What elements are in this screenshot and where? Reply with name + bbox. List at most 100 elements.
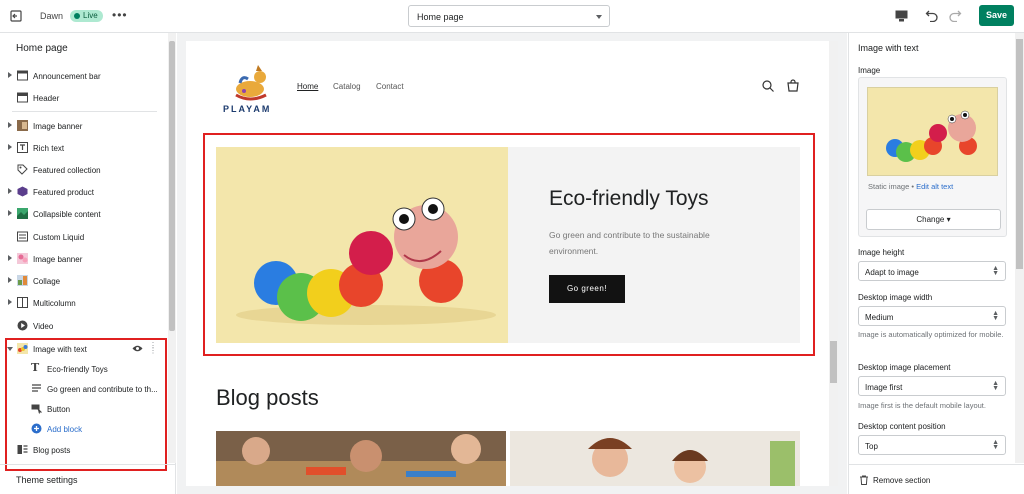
scrollbar-thumb[interactable]	[830, 341, 837, 383]
select-value: Adapt to image	[865, 268, 919, 277]
sidebar-item-image-banner-2[interactable]: Image banner	[0, 248, 166, 270]
top-bar: Dawn Live ••• Home page Save	[0, 0, 1024, 33]
chevron-right-icon[interactable]	[8, 188, 12, 194]
placement-select[interactable]: Image first ▲ ▼	[858, 376, 1006, 396]
sidebar-item-label: Custom Liquid	[33, 233, 85, 242]
sidebar-item-featured-product[interactable]: Featured product	[0, 181, 166, 203]
static-image-label: Static image	[868, 182, 910, 191]
sidebar-item-label: Featured collection	[33, 166, 101, 175]
sidebar-item-collapsible-content[interactable]: Collapsible content	[0, 203, 166, 225]
sidebar-item-blog-posts[interactable]: Blog posts	[0, 439, 166, 461]
toy-caterpillar-image	[216, 147, 508, 343]
live-badge: Live	[70, 10, 103, 22]
image-preview-thumbnail[interactable]	[867, 87, 998, 176]
cart-icon[interactable]	[787, 79, 799, 92]
chevron-right-icon[interactable]	[8, 210, 12, 216]
select-arrows-icon: ▲ ▼	[992, 380, 999, 392]
chevron-right-icon[interactable]	[8, 144, 12, 150]
caret-down-icon: ▾	[946, 215, 951, 224]
sidebar-item-multicolumn[interactable]: Multicolumn	[0, 292, 166, 314]
nav-catalog[interactable]: Catalog	[333, 82, 361, 91]
nav-home[interactable]: Home	[297, 82, 318, 91]
scrollbar-thumb[interactable]	[1016, 39, 1023, 269]
sidebar-item-label: Image banner	[33, 122, 83, 131]
chevron-right-icon[interactable]	[8, 72, 12, 78]
sidebar-item-label: Announcement bar	[33, 72, 101, 81]
undo-icon[interactable]	[925, 8, 939, 22]
scrollbar-thumb[interactable]	[169, 41, 175, 331]
panel-scrollbar[interactable]	[1015, 33, 1024, 463]
sidebar-item-label: Blog posts	[33, 446, 71, 455]
sidebar-item-announcement-bar[interactable]: Announcement bar	[0, 65, 166, 87]
select-value: Image first	[865, 383, 903, 392]
image-label: Image	[858, 66, 881, 75]
redo-icon[interactable]	[948, 8, 962, 22]
theme-settings-button[interactable]: Theme settings	[0, 464, 176, 494]
remove-section-label: Remove section	[873, 476, 931, 485]
exit-icon[interactable]	[10, 10, 22, 22]
chevron-right-icon[interactable]	[8, 299, 12, 305]
blog-icon	[17, 445, 28, 454]
page-select-value: Home page	[417, 12, 464, 22]
chevron-right-icon[interactable]	[8, 255, 12, 261]
search-icon[interactable]	[762, 80, 774, 92]
sidebar-item-header[interactable]: Header	[0, 87, 166, 109]
select-arrows-icon: ▲ ▼	[992, 265, 999, 277]
image-thumbnail	[17, 120, 28, 131]
chevron-down-icon	[596, 15, 602, 19]
content-position-label: Desktop content position	[858, 422, 946, 431]
preview-scrollbar[interactable]	[829, 41, 838, 486]
logo-text: PLAYAM	[223, 104, 272, 114]
chevron-right-icon[interactable]	[8, 277, 12, 283]
sidebar-item-featured-collection[interactable]: Featured collection	[0, 159, 166, 181]
hero-body: Go green and contribute to the sustainab…	[549, 230, 710, 256]
change-image-button[interactable]: Change ▾	[866, 209, 1001, 230]
image-height-select[interactable]: Adapt to image ▲ ▼	[858, 261, 1006, 281]
placement-label: Desktop image placement	[858, 363, 951, 372]
edit-alt-text-link[interactable]: Edit alt text	[916, 182, 953, 191]
image-picker-card: Static image • Edit alt text Change ▾	[858, 77, 1007, 237]
sidebar-item-rich-text[interactable]: Rich text	[0, 137, 166, 159]
sidebar-item-label: Video	[33, 322, 54, 331]
sidebar-item-video[interactable]: Video	[0, 315, 166, 337]
store-preview[interactable]: PLAYAM Home Catalog Contact Eco-friendly…	[186, 41, 829, 486]
play-icon	[17, 320, 28, 331]
blog-image-1[interactable]	[216, 431, 506, 486]
content-position-select[interactable]: Top ▲ ▼	[858, 435, 1006, 455]
remove-section-button[interactable]: Remove section	[849, 464, 1024, 494]
desktop-width-select[interactable]: Medium ▲ ▼	[858, 306, 1006, 326]
toy-caterpillar-thumb	[868, 88, 997, 175]
sidebar-item-image-banner[interactable]: Image banner	[0, 115, 166, 137]
image-thumbnail	[17, 253, 28, 264]
select-arrows-icon: ▲ ▼	[992, 439, 999, 451]
hero-title: Eco-friendly Toys	[549, 187, 709, 210]
liquid-icon	[17, 231, 28, 242]
sidebar-scrollbar[interactable]	[168, 33, 176, 463]
blog-heading: Blog posts	[216, 385, 319, 410]
rich-text-icon	[17, 142, 28, 153]
sidebar-item-label: Image banner	[33, 255, 83, 264]
columns-icon	[17, 297, 28, 308]
collage-thumbnail	[17, 275, 28, 286]
sidebar-title: Home page	[16, 43, 68, 54]
sidebar-item-custom-liquid[interactable]: Custom Liquid	[0, 226, 166, 248]
select-value: Medium	[865, 313, 894, 322]
chevron-right-icon[interactable]	[8, 122, 12, 128]
hero-text-panel: Eco-friendly Toys Go green and contribut…	[508, 147, 800, 343]
save-button[interactable]: Save	[979, 5, 1014, 26]
sidebar-item-collage[interactable]: Collage	[0, 270, 166, 292]
ellipsis-icon[interactable]: •••	[112, 8, 128, 22]
page-select[interactable]: Home page	[408, 5, 610, 27]
sidebar-item-label: Collage	[33, 277, 61, 286]
sidebar-item-label: Featured product	[33, 188, 94, 197]
hero-image[interactable]	[216, 147, 508, 343]
nav-contact[interactable]: Contact	[376, 82, 404, 91]
collapsible-thumbnail	[17, 208, 28, 219]
static-image-caption: Static image • Edit alt text	[868, 182, 954, 191]
blog-image-2[interactable]	[510, 431, 800, 486]
desktop-icon[interactable]	[895, 10, 908, 22]
blog-photo-2	[510, 431, 800, 486]
sidebar-item-label: Collapsible content	[33, 210, 101, 219]
hero-button[interactable]: Go green!	[549, 275, 625, 303]
panel-title: Image with text	[858, 43, 919, 53]
